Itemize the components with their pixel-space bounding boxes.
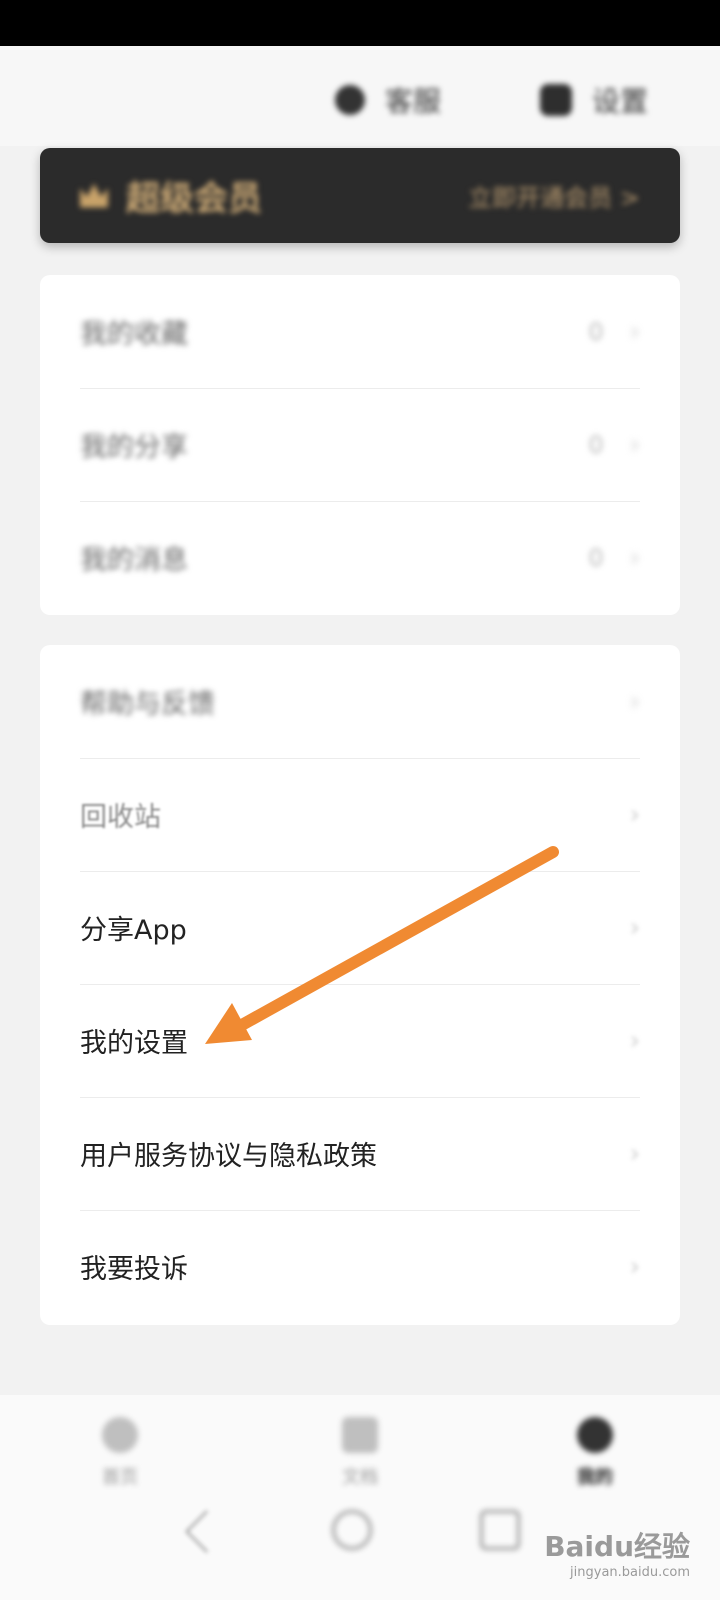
settings-label: 设置 [592,85,649,118]
headset-icon [335,85,365,115]
general-menu-card: 帮助与反馈 › 回收站 › 分享App › 我的设置 › 用户服务协议与隐私政策… [40,645,680,1325]
system-back-button[interactable] [185,1510,228,1553]
list-item-label: 我的设置 [80,1028,188,1059]
baidu-jingyan-watermark: Baidu经验 jingyan.baidu.com [544,1525,690,1580]
crown-icon [80,183,108,208]
vip-open-link[interactable]: 立即开通会员 > [468,178,640,213]
watermark-url: jingyan.baidu.com [570,1565,690,1580]
list-item-shares[interactable]: 我的分享 0 › [40,388,680,501]
chevron-right-icon: › [629,316,640,347]
list-item-label: 我的分享 [80,432,188,463]
gear-icon [540,84,572,116]
chevron-right-icon: › [629,912,640,943]
list-item-label: 我要投诉 [80,1254,188,1285]
list-item-label: 我的消息 [80,545,188,576]
settings-button[interactable]: 设置 [540,80,648,120]
count-badge: 0 [588,317,604,346]
top-bar: 客服 设置 [0,46,720,146]
list-item-label: 帮助与反馈 [80,689,215,720]
nav-tab-label: 我的 [577,1467,613,1488]
list-item-label: 分享App [80,915,187,946]
chevron-right-icon: › [629,1251,640,1282]
chevron-right-icon: › [629,429,640,460]
list-item-label: 我的收藏 [80,319,188,350]
count-badge: 0 [588,430,604,459]
nav-tab-home[interactable]: 首页 [70,1417,170,1489]
home-icon [102,1417,138,1453]
chevron-right-icon: › [629,799,640,830]
vip-title: 超级会员 [126,179,262,219]
status-bar [0,0,720,46]
chevron-right-icon: › [629,1138,640,1169]
list-item-privacy-policy[interactable]: 用户服务协议与隐私政策 › [40,1097,680,1210]
nav-tab-label: 首页 [102,1467,138,1488]
list-item-favorites[interactable]: 我的收藏 0 › [40,275,680,388]
list-item-messages[interactable]: 我的消息 0 › [40,501,680,614]
list-item-recycle-bin[interactable]: 回收站 › [40,758,680,871]
list-item-label: 回收站 [80,802,161,833]
list-item-my-settings[interactable]: 我的设置 › [40,984,680,1097]
nav-tab-docs[interactable]: 文档 [310,1417,410,1489]
list-item-label: 用户服务协议与隐私政策 [80,1141,377,1172]
document-icon [342,1417,378,1453]
system-home-button[interactable] [332,1510,372,1550]
list-item-share-app[interactable]: 分享App › [40,871,680,984]
system-recents-button[interactable] [480,1510,520,1550]
chevron-right-icon: › [629,1025,640,1056]
nav-tab-label: 文档 [342,1467,378,1488]
nav-tab-mine[interactable]: 我的 [545,1417,645,1489]
chevron-right-icon: › [629,542,640,573]
vip-banner[interactable]: 超级会员 立即开通会员 > [40,148,680,243]
chevron-right-icon: › [629,686,640,717]
customer-service-label: 客服 [385,85,442,118]
customer-service-button[interactable]: 客服 [335,80,441,120]
list-item-complaint[interactable]: 我要投诉 › [40,1210,680,1323]
list-item-help[interactable]: 帮助与反馈 › [40,645,680,758]
user-icon [577,1417,613,1453]
personal-menu-card: 我的收藏 0 › 我的分享 0 › 我的消息 0 › [40,275,680,615]
watermark-logo: Baidu经验 [544,1530,690,1563]
count-badge: 0 [588,543,604,572]
